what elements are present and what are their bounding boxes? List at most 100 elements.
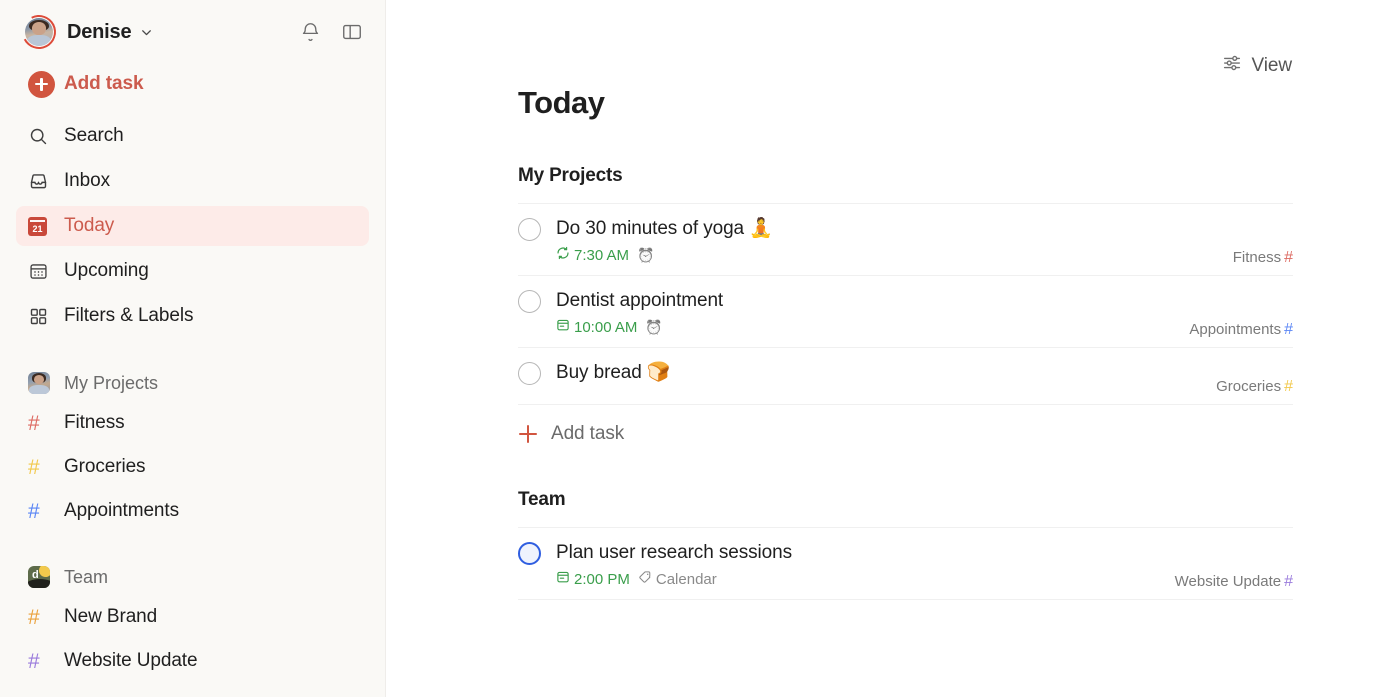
task-row[interactable]: Plan user research sessions [518,527,1293,600]
task-row[interactable]: Buy bread 🍞 Groceries # [518,348,1293,405]
chevron-down-icon[interactable] [139,25,154,40]
sidebar-item-label: Inbox [64,170,110,192]
today-date-badge: 21 [32,224,42,235]
task-project-name: Fitness [1233,249,1281,266]
sidebar-header-actions [300,21,363,43]
hash-icon: # [1284,250,1293,266]
sidebar-item-search[interactable]: Search [16,116,369,156]
hash-icon: # [1284,322,1293,338]
workspace-my-projects[interactable]: My Projects [16,363,369,403]
task-project-name: Groceries [1216,378,1281,395]
project-label: Appointments [64,500,179,522]
sidebar-item-today[interactable]: 21 Today [16,206,369,246]
page-title: Today [518,85,1400,121]
add-task-inline-button[interactable]: Add task [518,405,1293,445]
calendar-icon [556,570,570,588]
project-label: Groceries [64,456,145,478]
project-label: Fitness [64,412,125,434]
task-title: Buy bread 🍞 [556,361,1293,384]
sidebar-item-label: Upcoming [64,260,149,282]
sidebar-item-label: Search [64,125,124,147]
inbox-icon [28,171,54,192]
sidebar-project-groceries[interactable]: # Groceries [16,447,369,487]
sidebar-panel-icon[interactable] [341,21,363,43]
hash-icon: # [28,501,54,522]
task-due-date-text: 7:30 AM [574,247,629,264]
task-meta: 7:30 AM ⏰ [556,246,1293,264]
calendar-icon [556,318,570,336]
add-task-inline-label: Add task [551,423,624,445]
task-checkbox[interactable] [518,542,541,565]
main-content: View Today My Projects Do 30 minutes of … [386,0,1400,697]
sidebar-item-label: Today [64,215,114,237]
avatar[interactable] [22,15,56,49]
hash-icon: # [28,457,54,478]
hash-icon: # [28,413,54,434]
search-icon [28,126,54,147]
task-title: Do 30 minutes of yoga 🧘 [556,217,1293,240]
view-toolbar: View [518,0,1400,79]
task-project-name: Website Update [1175,573,1281,590]
workspace-avatar-icon [28,372,54,394]
user-name[interactable]: Denise [67,21,131,44]
calendar-today-icon: 21 [28,217,54,236]
task-project-tag[interactable]: Fitness # [1233,249,1293,266]
sidebar-project-website-update[interactable]: # Website Update [16,641,369,681]
task-due-date[interactable]: 10:00 AM [556,318,637,336]
add-task-label: Add task [64,73,143,95]
workspace-title: Team [64,567,108,588]
section-title-team: Team [518,489,1400,511]
task-checkbox[interactable] [518,362,541,385]
bell-icon[interactable] [300,22,321,43]
hash-icon: # [1284,379,1293,395]
sidebar-item-inbox[interactable]: Inbox [16,161,369,201]
sidebar-nav: Search Inbox 21 Today [16,116,369,336]
project-label: Website Update [64,650,197,672]
workspace-team[interactable]: d Team [16,557,369,597]
task-due-date[interactable]: 7:30 AM [556,246,629,264]
sidebar-header: Denise [16,0,369,64]
task-list-team: Plan user research sessions [518,527,1293,600]
app-root: Denise Add task [0,0,1400,697]
view-button[interactable]: View [1221,52,1292,79]
task-project-tag[interactable]: Appointments # [1189,321,1293,338]
workspace-title: My Projects [64,373,158,394]
task-checkbox[interactable] [518,290,541,313]
calendar-grid-icon [28,261,54,282]
task-due-date-text: 10:00 AM [574,319,637,336]
recurring-icon [556,246,570,264]
view-button-label: View [1252,55,1292,77]
task-title: Dentist appointment [556,289,1293,312]
sidebar-item-filters-labels[interactable]: Filters & Labels [16,296,369,336]
task-meta: 10:00 AM ⏰ [556,318,1293,336]
add-task-button[interactable]: Add task [16,64,369,104]
task-due-date[interactable]: 2:00 PM [556,570,630,588]
grid-squares-icon [28,306,54,327]
task-project-tag[interactable]: Groceries # [1216,378,1293,395]
task-label-tag[interactable]: Calendar [638,570,717,588]
hash-icon: # [1284,574,1293,590]
project-label: New Brand [64,606,157,628]
task-list-my-projects: Do 30 minutes of yoga 🧘 [518,203,1293,445]
task-project-tag[interactable]: Website Update # [1175,573,1293,590]
sidebar-item-upcoming[interactable]: Upcoming [16,251,369,291]
task-label-text: Calendar [656,571,717,588]
task-row[interactable]: Dentist appointment 10:0 [518,276,1293,348]
tag-icon [638,570,652,588]
plus-icon [519,425,537,443]
hash-icon: # [28,651,54,672]
hash-icon: # [28,607,54,628]
task-title: Plan user research sessions [556,541,1293,564]
alarm-icon: ⏰ [637,248,654,262]
task-checkbox[interactable] [518,218,541,241]
sliders-icon [1221,52,1243,79]
alarm-icon: ⏰ [645,320,662,334]
task-due-date-text: 2:00 PM [574,571,630,588]
sidebar-item-label: Filters & Labels [64,305,193,327]
sidebar-project-fitness[interactable]: # Fitness [16,403,369,443]
task-row[interactable]: Do 30 minutes of yoga 🧘 [518,203,1293,276]
plus-circle-icon [28,71,55,98]
sidebar-project-appointments[interactable]: # Appointments [16,491,369,531]
task-project-name: Appointments [1189,321,1281,338]
sidebar-project-new-brand[interactable]: # New Brand [16,597,369,637]
